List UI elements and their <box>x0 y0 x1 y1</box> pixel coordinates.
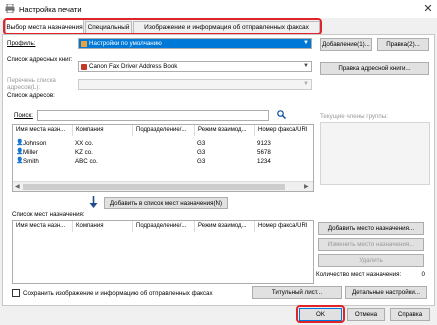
chevron-down-icon: ▼ <box>303 63 309 69</box>
add-to-destination-button[interactable]: Добавить в список мест назначения(N) <box>104 197 228 209</box>
edit-destination-button[interactable]: Изменить место назначения... <box>318 238 424 251</box>
scrollbar-thumb[interactable] <box>23 184 285 190</box>
chevron-down-icon: ▼ <box>303 81 309 87</box>
column-header[interactable]: Компания <box>73 221 133 232</box>
column-header[interactable]: Компания <box>73 125 133 136</box>
table-row[interactable]: 👤 Smith ABC co. G3 1234 <box>13 157 313 166</box>
profile-select[interactable]: Настройки по умолчанию ▼ <box>78 38 312 49</box>
address-book-value: Canon Fax Driver Address Book <box>89 63 178 70</box>
ok-highlight <box>296 305 345 323</box>
detailed-settings-button[interactable]: Детальные настройки... <box>345 286 427 299</box>
help-button[interactable]: Справка <box>390 308 430 321</box>
destination-count-value: 0 <box>421 271 425 278</box>
arrow-down-icon <box>89 196 98 208</box>
search-icon[interactable] <box>277 110 286 119</box>
edit-address-book-button[interactable]: Правка адресной книги... <box>320 62 429 75</box>
printer-icon <box>5 4 15 13</box>
close-icon[interactable]: ✕ <box>420 1 436 17</box>
save-image-checkbox[interactable] <box>12 289 20 297</box>
search-label: Поиск: <box>14 112 33 119</box>
column-header[interactable]: Подразделение/... <box>133 125 195 136</box>
group-members-box <box>320 122 430 185</box>
column-header[interactable]: Имя места назн... <box>13 221 73 232</box>
profile-label: Профиль: <box>7 40 36 47</box>
column-header[interactable]: Режим взаимод... <box>195 221 255 232</box>
table-row[interactable]: 👤 Johnson XX co. G3 9123 <box>13 139 313 148</box>
address-list-list-label: Перечень списка адресов(L): <box>7 77 56 91</box>
group-members-label: Текущие члены группы: <box>320 113 388 120</box>
address-book-label: Список адресных книг: <box>7 56 73 63</box>
tabs-highlight <box>3 18 322 35</box>
table-row[interactable]: 👤 Miller KZ co. G3 5678 <box>13 148 313 157</box>
destination-table[interactable]: Имя места назн... Компания Подразделение… <box>12 220 314 284</box>
horizontal-scrollbar[interactable]: ◀ ▶ <box>13 181 313 191</box>
save-image-label: Сохранить изображение и информацию об от… <box>23 290 213 297</box>
address-list-label: Список адресов: <box>7 92 55 99</box>
column-header[interactable]: Режим взаимод... <box>195 125 255 136</box>
column-header[interactable]: Подразделение/... <box>133 221 195 232</box>
cancel-button[interactable]: Отмена <box>347 308 385 321</box>
address-book-icon <box>81 64 87 70</box>
column-header[interactable]: Номер факса/URI <box>255 221 315 232</box>
window-title: Настройка печати <box>19 5 82 14</box>
profile-icon <box>81 41 87 47</box>
address-book-select[interactable]: Canon Fax Driver Address Book ▼ <box>78 61 312 72</box>
search-input[interactable] <box>37 110 269 121</box>
column-header[interactable]: Имя места назн... <box>13 125 73 136</box>
destination-list-label: Список мест назначения: <box>12 211 85 218</box>
scroll-right-icon[interactable]: ▶ <box>304 183 309 190</box>
cover-sheet-button[interactable]: Титульный лист... <box>252 286 342 299</box>
chevron-down-icon: ▼ <box>303 40 309 46</box>
profile-add-button[interactable]: Добавление(1)... <box>320 38 372 51</box>
destination-count-label: Количество мест назначения: <box>316 271 402 278</box>
scroll-left-icon[interactable]: ◀ <box>15 183 20 190</box>
delete-destination-button[interactable]: Удалить <box>318 254 424 267</box>
profile-value: Настройки по умолчанию <box>89 40 162 47</box>
column-header[interactable]: Номер факса/URI <box>255 125 315 136</box>
address-list-list-select[interactable]: ▼ <box>78 79 312 90</box>
profile-edit-button[interactable]: Правка(2)... <box>377 38 429 51</box>
add-destination-button[interactable]: Добавить место назначения... <box>318 222 424 235</box>
address-table[interactable]: Имя места назн... Компания Подразделение… <box>12 124 314 192</box>
